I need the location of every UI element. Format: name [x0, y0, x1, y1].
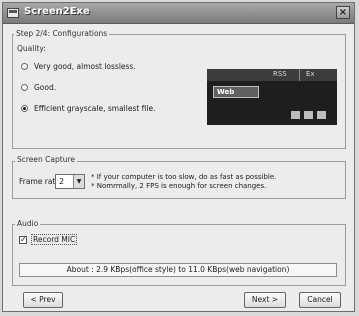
quality-option-label: Efficient grayscale, smallest file. — [34, 103, 156, 113]
step-label: Step 2/4: Configurations — [14, 29, 110, 38]
frame-rate-select[interactable]: 2 ▼ — [55, 174, 85, 189]
radio-good[interactable] — [21, 83, 28, 91]
frame-rate-value: 2 — [59, 177, 65, 186]
quality-preview-image: RSS Ex Web — [207, 69, 337, 125]
quality-option-very-good[interactable]: Very good, almost lossless. — [21, 60, 136, 72]
app-icon — [7, 8, 19, 18]
frame-rate-note-1: * If your computer is too slow, do as fa… — [91, 173, 277, 181]
title-bar[interactable]: Screen2Exe × — [3, 3, 354, 24]
next-button[interactable]: Next > — [244, 292, 286, 308]
preview-square — [317, 111, 326, 119]
quality-option-label: Good. — [34, 82, 57, 92]
quality-option-good[interactable]: Good. — [21, 81, 56, 93]
preview-rss-text: RSS — [273, 70, 287, 78]
audio-label: Audio — [15, 219, 41, 228]
quality-label: Quality: — [15, 44, 48, 53]
window-title: Screen2Exe — [24, 6, 90, 17]
screen2exe-window: Screen2Exe × Step 2/4: Configurations Qu… — [2, 2, 355, 312]
prev-button[interactable]: < Prev — [23, 292, 63, 308]
radio-very-good[interactable] — [21, 62, 28, 70]
preview-web-tab: Web — [213, 86, 259, 98]
quality-option-label: Very good, almost lossless. — [34, 61, 136, 71]
dropdown-arrow-icon[interactable]: ▼ — [73, 175, 84, 188]
radio-grayscale[interactable] — [21, 104, 28, 112]
screen-capture-label: Screen Capture — [15, 155, 77, 164]
preview-separator — [299, 69, 300, 81]
cancel-button[interactable]: Cancel — [299, 292, 341, 308]
quality-option-grayscale[interactable]: Efficient grayscale, smallest file. — [21, 102, 156, 114]
preview-ex-text: Ex — [306, 70, 315, 78]
record-mic-label[interactable]: Record MIC — [30, 234, 78, 245]
frame-rate-note-2: * Nomrmally, 2 FPS is enough for screen … — [91, 182, 267, 190]
close-button[interactable]: × — [336, 6, 350, 19]
preview-square — [304, 111, 313, 119]
preview-nav-bar — [207, 69, 337, 81]
about-bitrate-bar: About : 2.9 KBps(office style) to 11.0 K… — [19, 263, 337, 277]
record-mic-checkbox[interactable]: ✓ — [19, 236, 27, 244]
preview-square — [291, 111, 300, 119]
